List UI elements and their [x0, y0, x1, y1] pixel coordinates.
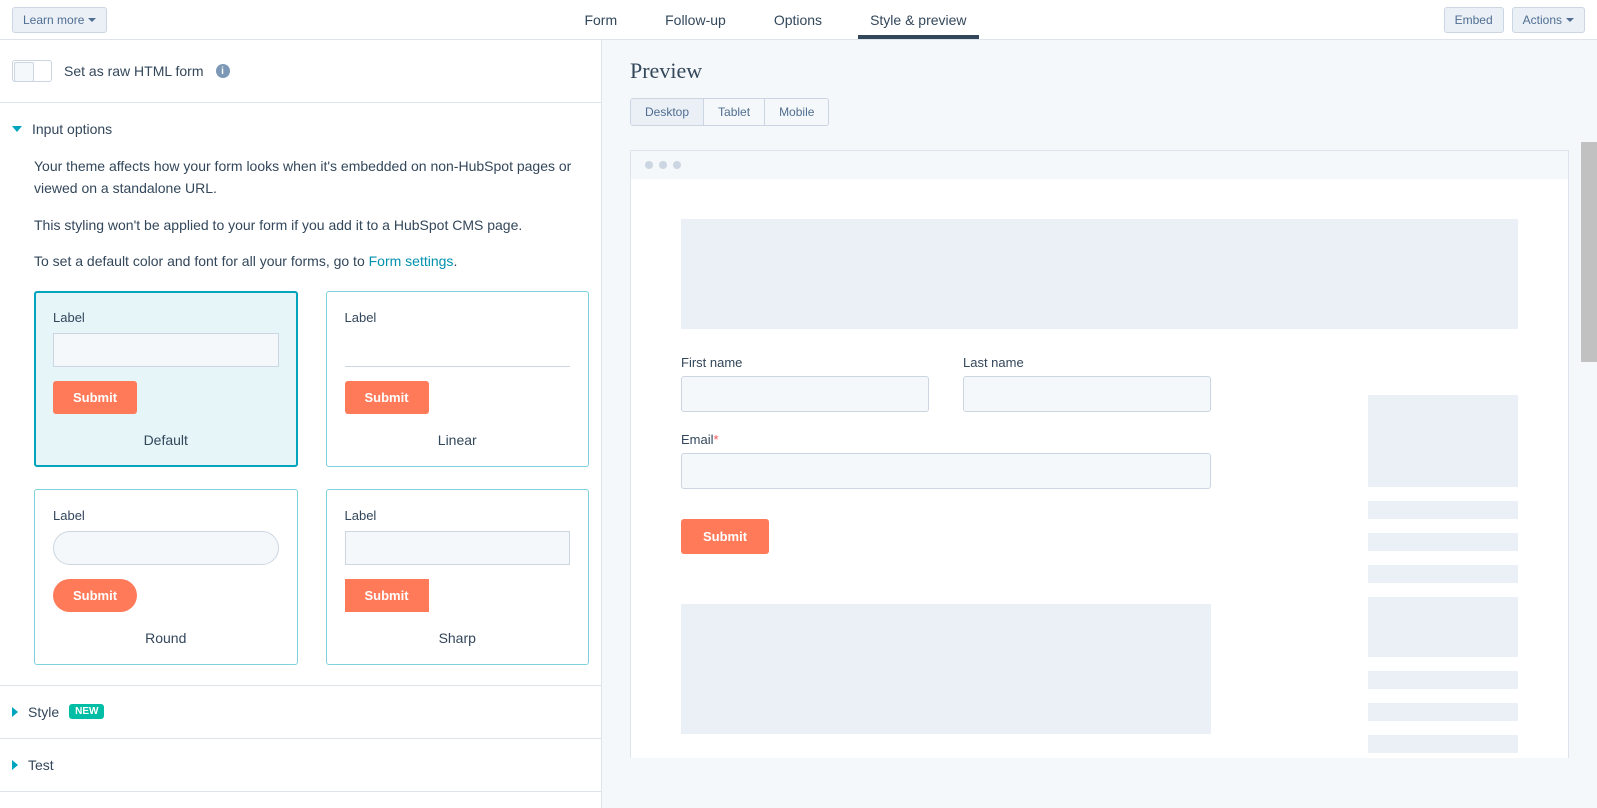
theme-card-default[interactable]: Label Submit Default — [34, 291, 298, 467]
desc-theme: Your theme affects how your form looks w… — [34, 155, 589, 200]
tab-form[interactable]: Form — [584, 2, 617, 38]
theme-label: Label — [345, 508, 571, 523]
theme-input-preview — [345, 333, 571, 367]
theme-card-round[interactable]: Label Submit Round — [34, 489, 298, 665]
embed-button[interactable]: Embed — [1444, 7, 1504, 33]
input-options-header[interactable]: Input options — [0, 103, 601, 137]
theme-input-preview — [53, 531, 279, 565]
actions-button[interactable]: Actions — [1512, 7, 1585, 33]
device-tab-desktop[interactable]: Desktop — [631, 99, 704, 125]
skeleton-line — [1368, 735, 1518, 753]
last-name-input[interactable] — [963, 376, 1211, 412]
skeleton-line — [1368, 533, 1518, 551]
actions-label: Actions — [1523, 13, 1562, 27]
preview-title: Preview — [630, 58, 1569, 84]
device-tabs: Desktop Tablet Mobile — [630, 98, 829, 126]
skeleton-block — [1368, 395, 1518, 487]
right-panel: Preview Desktop Tablet Mobile — [602, 40, 1597, 808]
window-dot-icon — [659, 161, 667, 169]
first-name-label: First name — [681, 355, 929, 370]
topbar: Learn more Form Follow-up Options Style … — [0, 0, 1597, 40]
window-dot-icon — [645, 161, 653, 169]
email-label: Email* — [681, 432, 1211, 447]
device-tab-mobile[interactable]: Mobile — [765, 99, 828, 125]
email-field-wrap: Email* — [681, 432, 1211, 489]
preview-body: First name Last name Email* — [631, 219, 1568, 758]
info-icon[interactable]: i — [216, 64, 230, 78]
skeleton-footer — [681, 604, 1211, 734]
window-dot-icon — [673, 161, 681, 169]
tab-options[interactable]: Options — [774, 2, 822, 38]
main-tabs: Form Follow-up Options Style & preview — [584, 2, 966, 38]
scrollbar-thumb[interactable] — [1581, 142, 1597, 362]
theme-submit-preview: Submit — [345, 579, 429, 612]
skeleton-line — [1368, 565, 1518, 583]
raw-html-toggle[interactable] — [12, 60, 52, 82]
skeleton-block — [1368, 597, 1518, 657]
theme-label: Label — [345, 310, 571, 325]
preview-scrollbar[interactable] — [1581, 138, 1597, 362]
theme-label: Label — [53, 508, 279, 523]
email-input[interactable] — [681, 453, 1211, 489]
style-section-header[interactable]: Style NEW — [0, 686, 601, 739]
last-name-label: Last name — [963, 355, 1211, 370]
raw-html-label: Set as raw HTML form — [64, 63, 204, 79]
last-name-field: Last name — [963, 355, 1211, 412]
caret-down-icon — [1566, 18, 1574, 22]
left-panel: Set as raw HTML form i Input options You… — [0, 40, 602, 808]
skeleton-sidebar — [1368, 395, 1518, 758]
chevron-right-icon — [12, 707, 18, 717]
learn-more-label: Learn more — [23, 13, 84, 27]
chevron-right-icon — [12, 760, 18, 770]
form-settings-link[interactable]: Form settings — [369, 253, 454, 269]
theme-submit-preview: Submit — [345, 381, 429, 414]
theme-name-round: Round — [53, 630, 279, 646]
browser-frame: First name Last name Email* — [630, 150, 1569, 758]
raw-html-row: Set as raw HTML form i — [0, 40, 601, 103]
first-name-field: First name — [681, 355, 929, 412]
skeleton-line — [1368, 671, 1518, 689]
theme-name-sharp: Sharp — [345, 630, 571, 646]
theme-name-default: Default — [53, 432, 279, 448]
learn-more-button[interactable]: Learn more — [12, 7, 107, 33]
theme-input-preview — [345, 531, 571, 565]
theme-submit-preview: Submit — [53, 579, 137, 612]
skeleton-hero — [681, 219, 1518, 329]
style-title: Style — [28, 704, 59, 720]
new-badge: NEW — [69, 704, 104, 719]
device-tab-tablet[interactable]: Tablet — [704, 99, 765, 125]
skeleton-line — [1368, 501, 1518, 519]
tab-style-preview[interactable]: Style & preview — [870, 2, 966, 38]
theme-submit-preview: Submit — [53, 381, 137, 414]
input-options-section: Your theme affects how your form looks w… — [0, 137, 601, 686]
test-section-header[interactable]: Test — [0, 739, 601, 792]
skeleton-line — [1368, 703, 1518, 721]
input-options-title: Input options — [32, 121, 112, 137]
desc-default: To set a default color and font for all … — [34, 250, 589, 272]
desc-cms: This styling won't be applied to your fo… — [34, 214, 589, 236]
theme-card-linear[interactable]: Label Submit Linear — [326, 291, 590, 467]
browser-bar — [631, 151, 1568, 179]
chevron-down-icon — [12, 126, 22, 132]
caret-down-icon — [88, 18, 96, 22]
tab-followup[interactable]: Follow-up — [665, 2, 726, 38]
theme-grid: Label Submit Default Label Submit Linear… — [34, 291, 589, 665]
theme-label: Label — [53, 310, 279, 325]
first-name-input[interactable] — [681, 376, 929, 412]
theme-input-preview — [53, 333, 279, 367]
theme-card-sharp[interactable]: Label Submit Sharp — [326, 489, 590, 665]
theme-name-linear: Linear — [345, 432, 571, 448]
submit-button[interactable]: Submit — [681, 519, 769, 554]
test-title: Test — [28, 757, 54, 773]
